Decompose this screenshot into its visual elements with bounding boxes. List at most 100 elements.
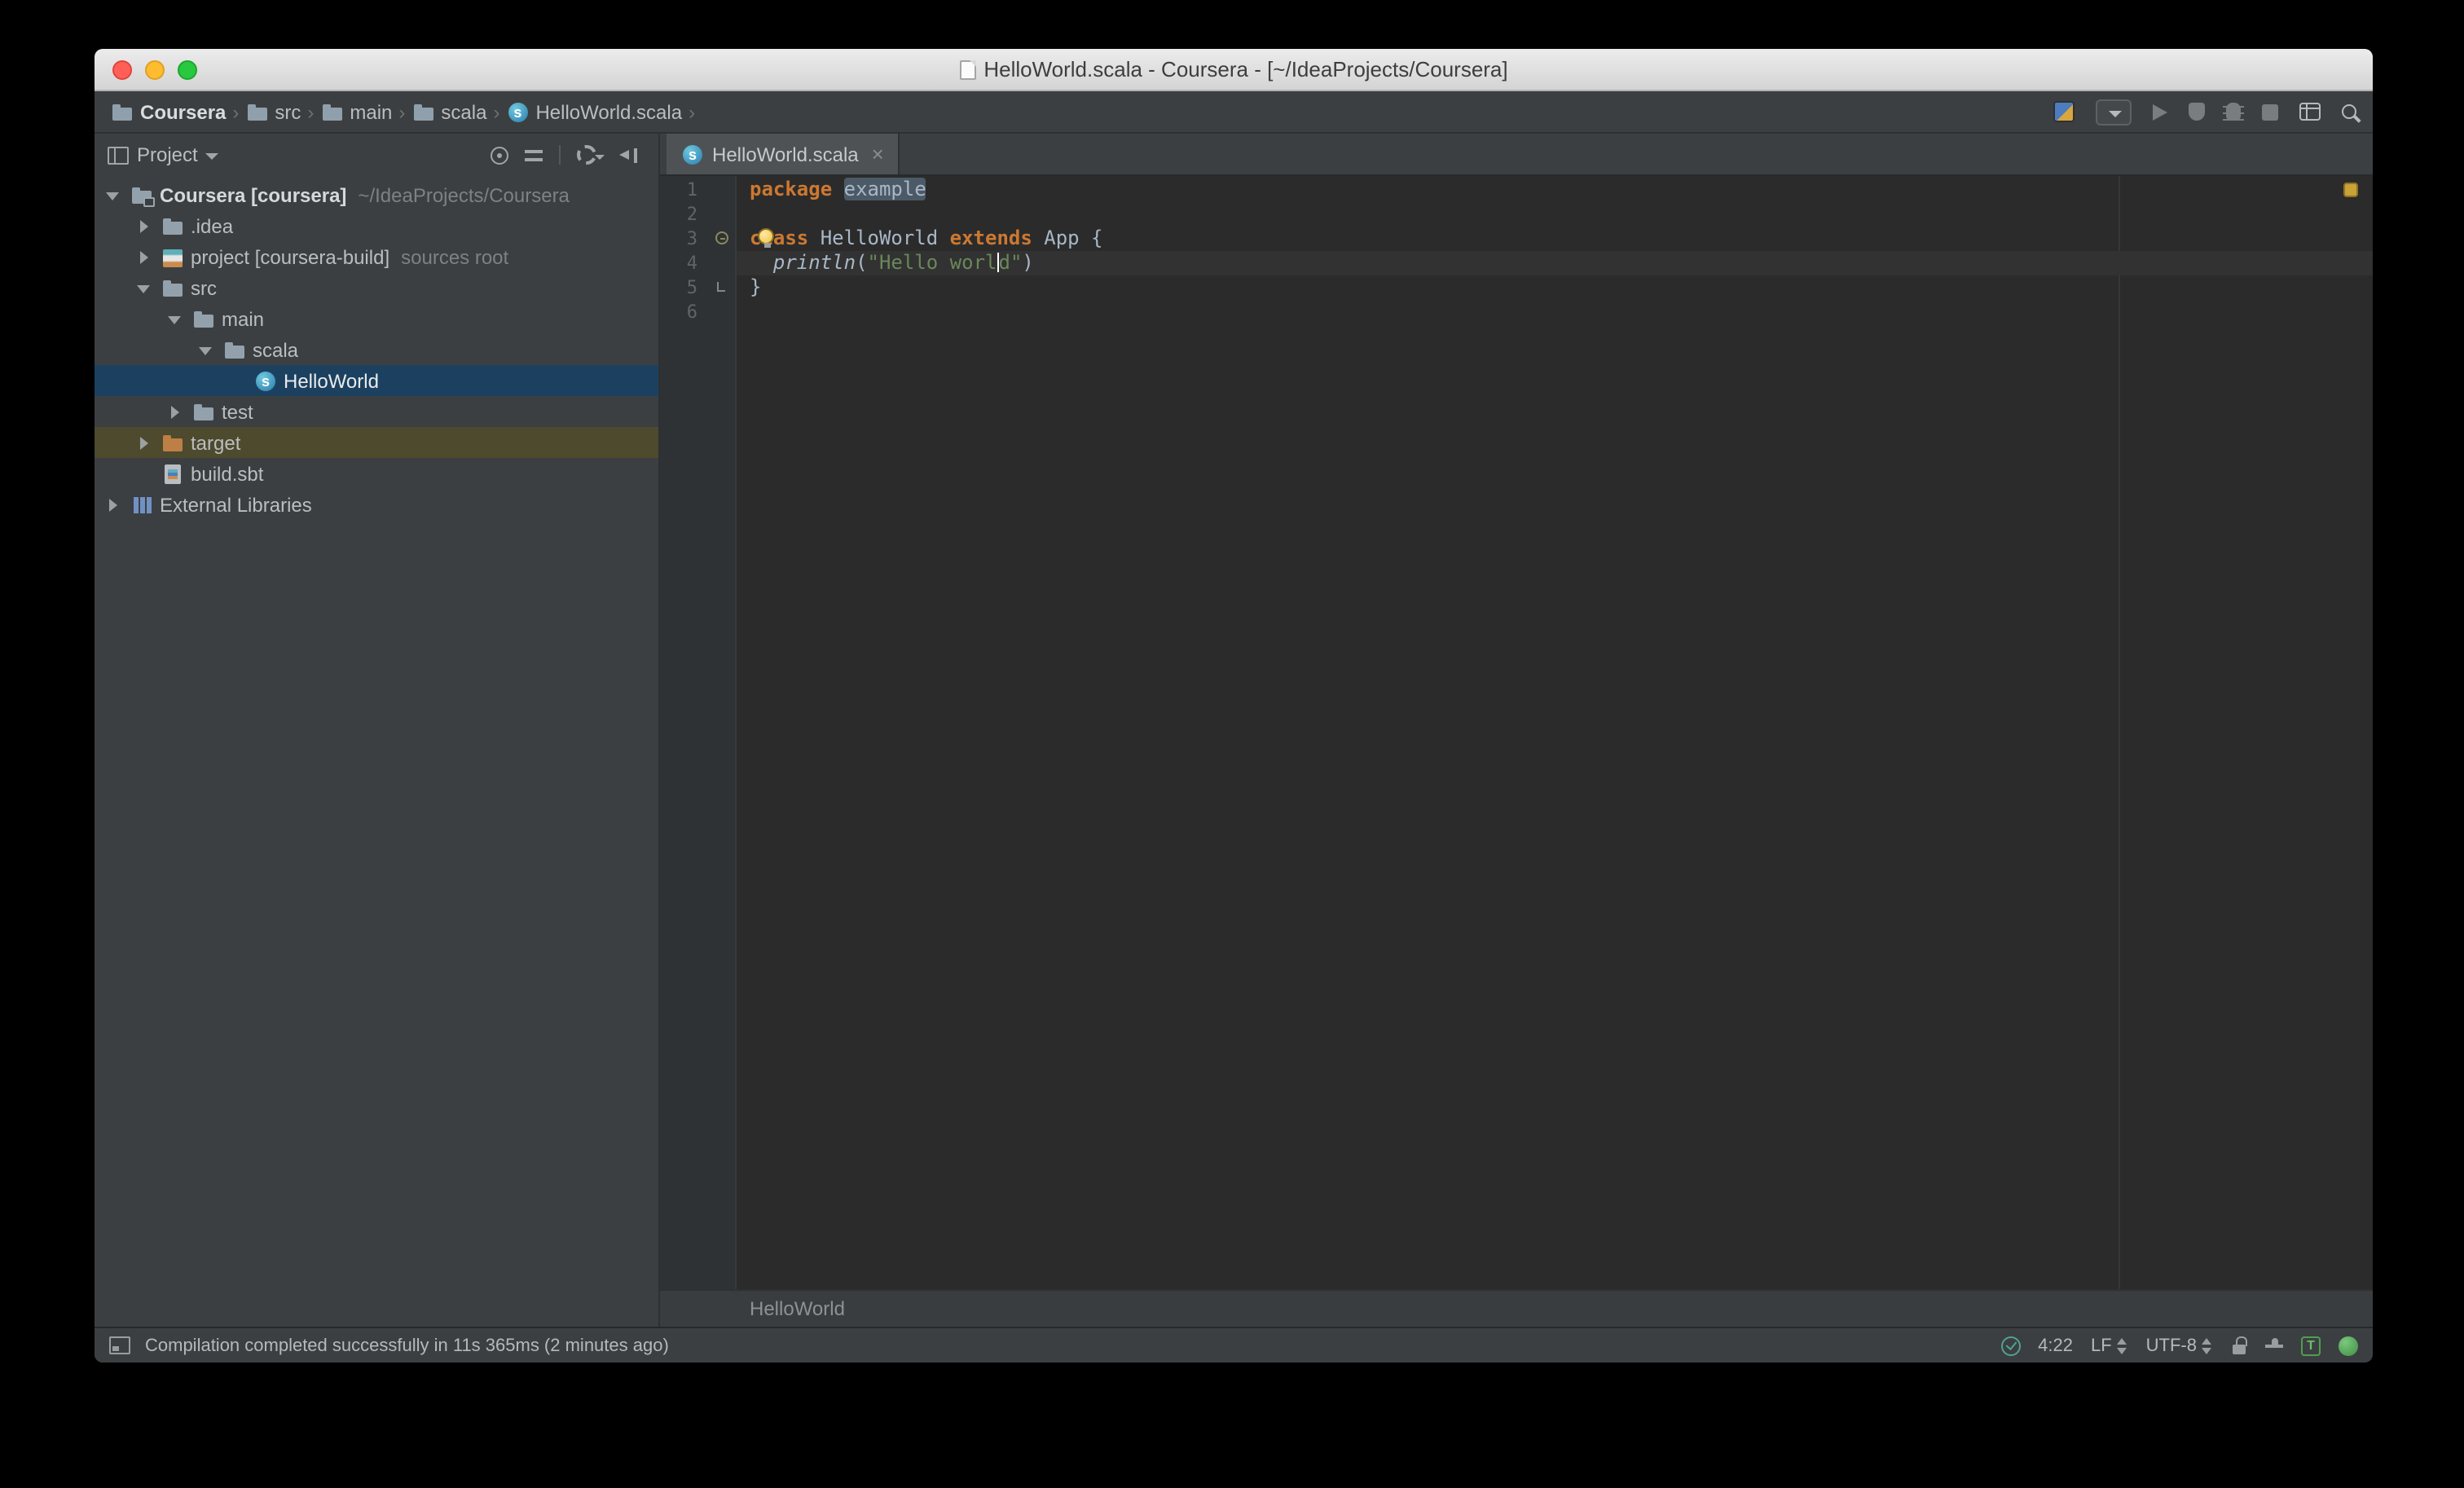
tree-item-test[interactable]: test [95, 396, 658, 427]
editor-code-area[interactable]: package example class HelloWorld extends … [737, 176, 2373, 1289]
editor-gutter: 1 23456 [660, 176, 737, 1289]
coverage-icon[interactable] [2189, 103, 2205, 121]
tree-item-src[interactable]: src [95, 272, 658, 303]
code-line[interactable] [737, 300, 2373, 324]
tree-item-idea[interactable]: .idea [95, 210, 658, 241]
tree-item-label: scala [253, 338, 299, 361]
chevron-collapsed-icon[interactable] [101, 491, 127, 517]
close-tab-icon[interactable]: × [872, 143, 884, 165]
navigation-breadcrumbs: Coursera›src›main›scala›HelloWorld.scala… [111, 100, 702, 123]
chevron-placeholder [225, 368, 251, 394]
gutter-line: 1 [660, 178, 735, 202]
unlock-icon[interactable] [2231, 1336, 2247, 1355]
breadcrumb-label: src [275, 100, 301, 123]
settings-gear-icon[interactable] [577, 145, 605, 165]
tree-item-project-coursera-build[interactable]: project [coursera-build] sources root [95, 241, 658, 272]
tree-item-coursera-coursera[interactable]: Coursera [coursera] ~/IdeaProjects/Course… [95, 179, 658, 210]
hector-inspector-icon[interactable] [2265, 1336, 2283, 1355]
collapse-all-icon[interactable] [525, 146, 543, 164]
tree-item-scala[interactable]: scala [95, 334, 658, 365]
scala-icon [253, 368, 279, 394]
chevron-expanded-icon[interactable] [194, 337, 220, 363]
minimize-window-icon[interactable] [145, 60, 165, 80]
gutter-line: 6 [660, 300, 735, 324]
project-folder-icon [129, 182, 155, 208]
right-margin-guide [2119, 176, 2120, 1289]
breadcrumb-scala[interactable]: scala [411, 100, 486, 123]
chevron-expanded-icon[interactable] [101, 182, 127, 208]
run-config-icon[interactable] [2053, 101, 2075, 122]
code-line[interactable]: println("Hello worl d") [737, 251, 2373, 275]
tree-item-external-libraries[interactable]: External Libraries [95, 489, 658, 520]
locate-icon[interactable] [491, 146, 508, 164]
chevron-collapsed-icon[interactable] [163, 398, 189, 425]
code-line[interactable]: } [737, 275, 2373, 300]
breadcrumb-main[interactable]: main [320, 100, 392, 123]
fold-end-icon[interactable] [717, 282, 725, 292]
breadcrumb-label: main [350, 100, 393, 123]
breadcrumb-helloworld-scala[interactable]: HelloWorld.scala [506, 100, 682, 123]
fold-collapse-icon[interactable] [715, 231, 728, 244]
chevron-expanded-icon[interactable] [163, 306, 189, 332]
chevron-collapsed-icon[interactable] [132, 213, 158, 239]
hide-panel-icon[interactable] [619, 146, 637, 164]
traffic-lights [112, 60, 197, 80]
chevron-collapsed-icon[interactable] [132, 244, 158, 270]
chevron-separator-icon: › [493, 100, 500, 123]
code-token: example [843, 178, 926, 200]
tree-item-label: target [191, 431, 241, 454]
toolwindow-toggle-icon[interactable] [109, 1336, 130, 1354]
tree-item-label: External Libraries [160, 493, 312, 516]
scala-file-icon [506, 100, 529, 123]
caret-position-widget[interactable]: 4:22 [2038, 1336, 2073, 1355]
code-line[interactable] [737, 202, 2373, 227]
breadcrumb-label: Coursera [140, 100, 227, 123]
code-line[interactable]: class HelloWorld extends App { [737, 227, 2373, 251]
tree-item-path: ~/IdeaProjects/Coursera [358, 183, 570, 206]
folder-icon [191, 398, 217, 425]
code-token: d" [998, 251, 1023, 274]
tree-item-build-sbt[interactable]: build.sbt [95, 458, 658, 489]
encoding-widget[interactable]: UTF-8 [2146, 1336, 2213, 1355]
breadcrumb-label: scala [441, 100, 487, 123]
chevron-collapsed-icon[interactable] [132, 429, 158, 456]
tree-item-path: sources root [401, 245, 509, 268]
chevron-down-icon[interactable] [205, 152, 219, 159]
stop-icon[interactable] [2262, 103, 2278, 120]
run-icon[interactable] [2153, 103, 2167, 120]
line-separator-widget[interactable]: LF [2091, 1336, 2128, 1355]
code-token: package [750, 178, 833, 200]
status-bar: Compilation completed successfully in 11… [95, 1327, 2373, 1363]
breadcrumb-src[interactable]: src [245, 100, 301, 123]
intention-bulb-icon[interactable] [758, 228, 774, 248]
chevron-expanded-icon[interactable] [132, 275, 158, 301]
inspection-indicator-icon[interactable] [2343, 183, 2358, 197]
breadcrumb-label: HelloWorld.scala [535, 100, 683, 123]
breadcrumb-coursera[interactable]: Coursera [111, 100, 226, 123]
editor-body[interactable]: 1 23456 package example class HelloWorld e… [660, 176, 2373, 1289]
search-icon[interactable] [2342, 104, 2356, 119]
ide-window: HelloWorld.scala - Coursera - [~/IdeaPro… [95, 49, 2373, 1363]
zoom-window-icon[interactable] [178, 60, 197, 80]
green-indicator-icon[interactable] [2339, 1336, 2358, 1355]
editor-breadcrumb[interactable]: HelloWorld [750, 1297, 845, 1320]
folder-icon [160, 213, 186, 239]
tree-item-target[interactable]: target [95, 427, 658, 458]
tab-helloworld-scala[interactable]: HelloWorld.scala × [667, 134, 900, 174]
run-config-dropdown[interactable] [2096, 99, 2132, 125]
t-badge-icon[interactable]: T [2301, 1336, 2321, 1355]
tab-label: HelloWorld.scala [712, 143, 859, 165]
gutter-line: 2 [660, 202, 735, 227]
debug-icon[interactable] [2223, 103, 2244, 121]
check-circle-icon[interactable] [2000, 1336, 2021, 1355]
close-window-icon[interactable] [112, 60, 132, 80]
restore-layout-icon[interactable] [2299, 103, 2321, 121]
tree-item-label: main [222, 307, 265, 330]
code-line[interactable]: package example [737, 178, 2373, 202]
tree-item-helloworld[interactable]: HelloWorld [95, 365, 658, 396]
code-token: } [750, 275, 762, 298]
project-panel-title[interactable]: Project [137, 143, 198, 166]
tree-item-label: .idea [191, 214, 234, 237]
tree-item-main[interactable]: main [95, 303, 658, 334]
